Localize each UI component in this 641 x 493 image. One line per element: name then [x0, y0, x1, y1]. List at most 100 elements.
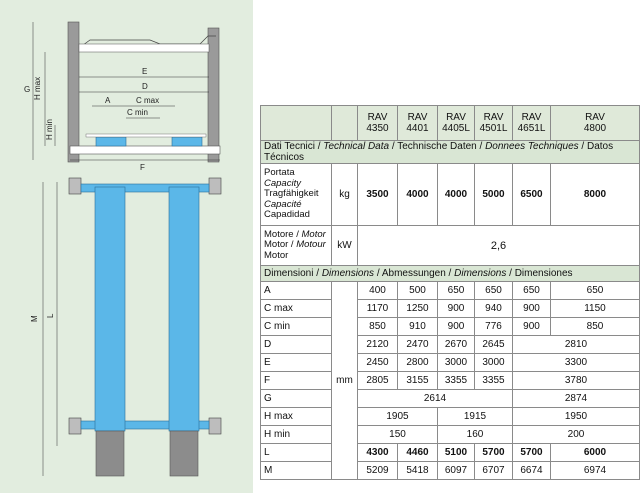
- dim-value: 200: [512, 425, 640, 444]
- capacity-value: 6500: [512, 163, 551, 226]
- section-technical-data: Dati Tecnici / Technical Data / Technisc…: [260, 140, 640, 164]
- motor-row: Motore / Motor Motor / Motour Motor kW 2,6: [260, 225, 640, 266]
- model-rav-4350: RAV 4350: [357, 105, 398, 141]
- label-M: M: [30, 315, 39, 322]
- dim-value: 776: [474, 317, 513, 336]
- dim-value: 2800: [397, 353, 438, 372]
- left-approach-ramp: [95, 430, 125, 477]
- right-post: [207, 27, 220, 163]
- dim-value: 2645: [474, 335, 513, 354]
- dim-row-Hmin: H min 150 160 200: [260, 425, 640, 444]
- dim-value: 6974: [550, 461, 640, 480]
- dim-value: 3000: [437, 353, 475, 372]
- dim-value: 5100: [437, 443, 475, 462]
- dim-value: 650: [474, 281, 513, 300]
- dim-value: 3300: [512, 353, 640, 372]
- dim-label: F: [260, 371, 332, 390]
- capacity-label: Portata Capacity Tragfähigkeit Capacité Capa…: [260, 163, 332, 226]
- dim-value: 3780: [512, 371, 640, 390]
- dim-value: 650: [437, 281, 475, 300]
- dim-value: 1905: [357, 407, 438, 426]
- dim-value: 1915: [437, 407, 513, 426]
- dim-label: E: [260, 353, 332, 372]
- motor-value: 2,6: [357, 225, 640, 266]
- lift-drawing: G H max H min E D A C max C min F M L: [0, 0, 253, 493]
- dim-value: 6000: [550, 443, 640, 462]
- dim-row-D: D 2120 2470 2670 2645 2810: [260, 335, 640, 354]
- dim-value: 6097: [437, 461, 475, 480]
- label-E: E: [142, 67, 147, 76]
- upper-beam: [78, 43, 210, 53]
- dim-value: 2450: [357, 353, 398, 372]
- left-ramp-front: [95, 136, 127, 147]
- label-L: L: [46, 313, 55, 318]
- dim-value: 5700: [474, 443, 513, 462]
- capacity-unit: kg: [331, 163, 358, 226]
- dim-value: 2614: [357, 389, 513, 408]
- base-frame: [69, 145, 221, 155]
- dim-label: L: [260, 443, 332, 462]
- dim-value: 850: [550, 317, 640, 336]
- dim-row-F: F 2805 3155 3355 3355 3780: [260, 371, 640, 390]
- dim-value: 850: [357, 317, 398, 336]
- dim-row-Hmax: H max 1905 1915 1950: [260, 407, 640, 426]
- model-rav-4401: RAV 4401: [397, 105, 438, 141]
- model-header-row: RAV 4350 RAV 4401 RAV 4405L RAV 4501L RAV 465…: [260, 105, 640, 141]
- dim-value: 160: [437, 425, 513, 444]
- post-bottom-right: [208, 417, 222, 435]
- dim-label: D: [260, 335, 332, 354]
- dim-value: 2805: [357, 371, 398, 390]
- capacity-value: 3500: [357, 163, 398, 226]
- capacity-value: 5000: [474, 163, 513, 226]
- dim-value: 3355: [474, 371, 513, 390]
- model-rav-4800: RAV 4800: [550, 105, 640, 141]
- dim-value: 3000: [474, 353, 513, 372]
- label-Hmin: H min: [45, 119, 54, 140]
- dim-value: 1950: [512, 407, 640, 426]
- section-dimensions: Dimensioni / Dimensions / Abmessungen / …: [260, 265, 640, 282]
- dim-value: 1170: [357, 299, 398, 318]
- dim-label: C min: [260, 317, 332, 336]
- dim-value: 2470: [397, 335, 438, 354]
- dim-value: 5209: [357, 461, 398, 480]
- label-Hmax: H max: [33, 77, 42, 100]
- model-rav-4651l: RAV 4651L: [512, 105, 551, 141]
- label-F: F: [140, 163, 145, 172]
- dim-value: 650: [550, 281, 640, 300]
- label-A: A: [105, 96, 111, 105]
- dim-label: C max: [260, 299, 332, 318]
- dim-row-Cmin: C min 850 910 900 776 900 850: [260, 317, 640, 336]
- post-top-left: [68, 177, 82, 195]
- dim-value: 650: [512, 281, 551, 300]
- dim-value: 4300: [357, 443, 398, 462]
- dim-value: 5700: [512, 443, 551, 462]
- dim-unit: mm: [331, 281, 358, 480]
- dim-row-G: G 2614 2874: [260, 389, 640, 408]
- dim-value: 2670: [437, 335, 475, 354]
- dim-value: 400: [357, 281, 398, 300]
- dim-row-Cmax: C max 1170 1250 900 940 900 1150: [260, 299, 640, 318]
- dim-value: 4460: [397, 443, 438, 462]
- dim-value: 2810: [512, 335, 640, 354]
- dim-label: H max: [260, 407, 332, 426]
- label-Cmin: C min: [127, 108, 148, 117]
- right-runway: [168, 186, 200, 432]
- dim-label: H min: [260, 425, 332, 444]
- label-Cmax: C max: [136, 96, 159, 105]
- label-D: D: [142, 82, 148, 91]
- dim-value: 900: [437, 299, 475, 318]
- dim-value: 910: [397, 317, 438, 336]
- model-rav-4501l: RAV 4501L: [474, 105, 513, 141]
- dim-row-M: M 5209 5418 6097 6707 6674 6974: [260, 461, 640, 480]
- capacity-value: 4000: [437, 163, 475, 226]
- dim-label: G: [260, 389, 332, 408]
- capacity-value: 4000: [397, 163, 438, 226]
- post-bottom-left: [68, 417, 82, 435]
- dim-value: 900: [512, 299, 551, 318]
- motor-label: Motore / Motor Motor / Motour Motor: [260, 225, 332, 266]
- dim-label: A: [260, 281, 332, 300]
- left-runway: [94, 186, 126, 432]
- dim-row-A: A mm 400 500 650 650 650 650: [260, 281, 640, 480]
- dim-value: 940: [474, 299, 513, 318]
- spec-table: RAV 4350 RAV 4401 RAV 4405L RAV 4501L RAV 465…: [260, 105, 640, 480]
